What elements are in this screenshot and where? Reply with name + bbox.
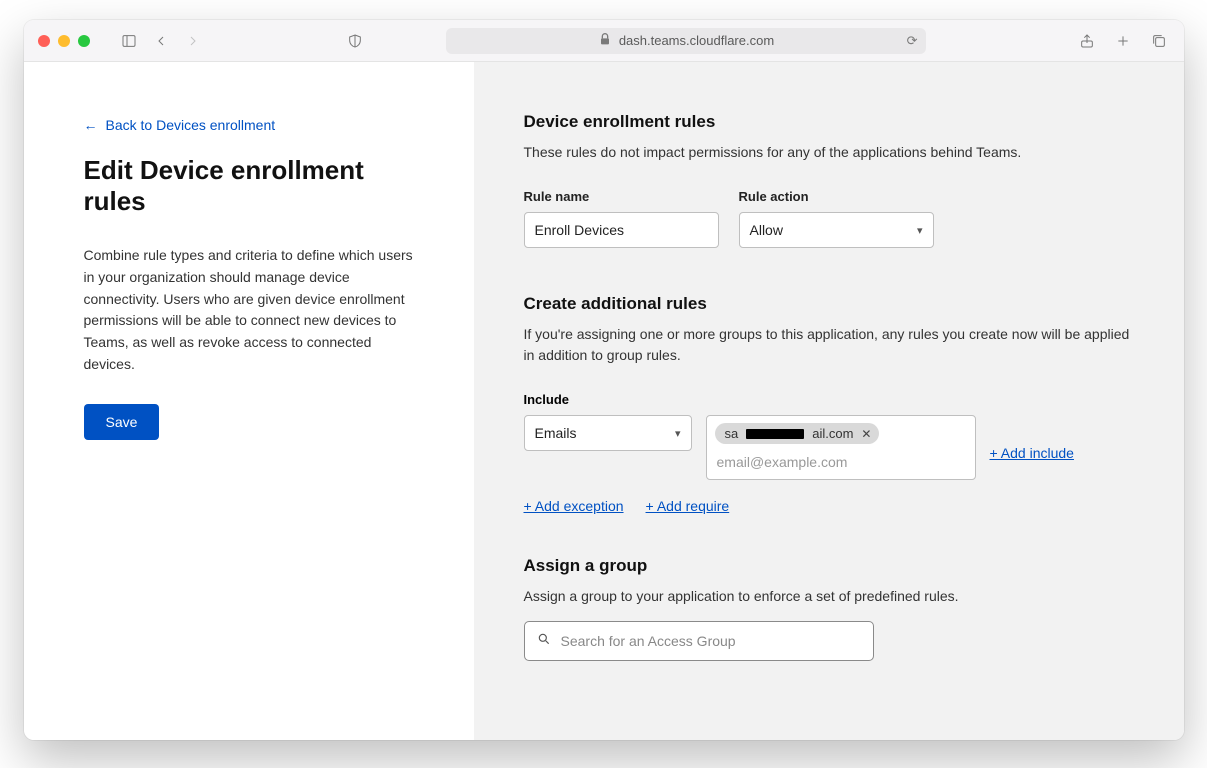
include-row: Emails ▾ sa ail.com ✕ + Add include xyxy=(524,415,1134,480)
browser-chrome: dash.teams.cloudflare.com ⟳ xyxy=(24,20,1184,62)
chip-prefix: sa xyxy=(725,426,739,441)
page-title: Edit Device enrollment rules xyxy=(84,155,429,217)
chip-remove-icon[interactable]: ✕ xyxy=(861,427,871,441)
new-tab-icon[interactable] xyxy=(1112,30,1134,52)
page-content: ← Back to Devices enrollment Edit Device… xyxy=(24,62,1184,740)
rule-action-select[interactable]: Allow ▾ xyxy=(739,212,934,248)
chevron-down-icon: ▾ xyxy=(675,427,681,440)
add-require-button[interactable]: + Add require xyxy=(646,498,730,514)
lock-icon xyxy=(597,31,613,50)
search-icon xyxy=(537,632,551,651)
email-chip: sa ail.com ✕ xyxy=(715,423,880,444)
back-nav-icon[interactable] xyxy=(150,30,172,52)
share-icon[interactable] xyxy=(1076,30,1098,52)
rules-subtext: These rules do not impact permissions fo… xyxy=(524,142,1134,163)
rule-action-field: Rule action Allow ▾ xyxy=(739,189,934,248)
include-selector[interactable]: Emails ▾ xyxy=(524,415,692,451)
tabs-icon[interactable] xyxy=(1148,30,1170,52)
close-window-button[interactable] xyxy=(38,35,50,47)
additional-subtext: If you're assigning one or more groups t… xyxy=(524,324,1134,366)
traffic-lights xyxy=(38,35,90,47)
rule-name-field: Rule name xyxy=(524,189,719,248)
include-selector-value: Emails xyxy=(535,425,577,441)
chevron-down-icon: ▾ xyxy=(917,224,923,237)
rule-name-label: Rule name xyxy=(524,189,719,204)
additional-heading: Create additional rules xyxy=(524,294,1134,314)
arrow-left-icon: ← xyxy=(84,117,98,133)
rule-action-label: Rule action xyxy=(739,189,934,204)
save-button[interactable]: Save xyxy=(84,404,160,440)
group-subtext: Assign a group to your application to en… xyxy=(524,586,1134,607)
rule-action-value: Allow xyxy=(750,222,783,238)
maximize-window-button[interactable] xyxy=(78,35,90,47)
group-search-box[interactable] xyxy=(524,621,874,661)
reload-icon[interactable]: ⟳ xyxy=(907,33,918,49)
forward-nav-icon[interactable] xyxy=(182,30,204,52)
sidebar-toggle-icon[interactable] xyxy=(118,30,140,52)
include-value-input[interactable]: sa ail.com ✕ xyxy=(706,415,976,480)
chip-suffix: ail.com xyxy=(812,426,853,441)
back-link-label: Back to Devices enrollment xyxy=(106,117,276,133)
browser-window: dash.teams.cloudflare.com ⟳ ← Back to De… xyxy=(24,20,1184,740)
address-bar[interactable]: dash.teams.cloudflare.com ⟳ xyxy=(446,28,926,54)
group-heading: Assign a group xyxy=(524,556,1134,576)
rules-heading: Device enrollment rules xyxy=(524,112,1134,132)
group-search-input[interactable] xyxy=(561,633,861,649)
add-exception-button[interactable]: + Add exception xyxy=(524,498,624,514)
page-description: Combine rule types and criteria to defin… xyxy=(84,245,424,375)
shield-icon[interactable] xyxy=(344,30,366,52)
rule-mod-links: + Add exception + Add require xyxy=(524,498,1134,514)
right-panel: Device enrollment rules These rules do n… xyxy=(474,62,1184,740)
back-link[interactable]: ← Back to Devices enrollment xyxy=(84,117,276,133)
redacted-text xyxy=(746,429,804,439)
email-input[interactable] xyxy=(715,452,967,472)
url-text: dash.teams.cloudflare.com xyxy=(619,33,774,48)
include-label: Include xyxy=(524,392,1134,407)
minimize-window-button[interactable] xyxy=(58,35,70,47)
rule-fields-row: Rule name Rule action Allow ▾ xyxy=(524,189,1134,248)
add-include-button[interactable]: + Add include xyxy=(990,445,1074,461)
rule-name-input[interactable] xyxy=(524,212,719,248)
left-panel: ← Back to Devices enrollment Edit Device… xyxy=(24,62,474,740)
